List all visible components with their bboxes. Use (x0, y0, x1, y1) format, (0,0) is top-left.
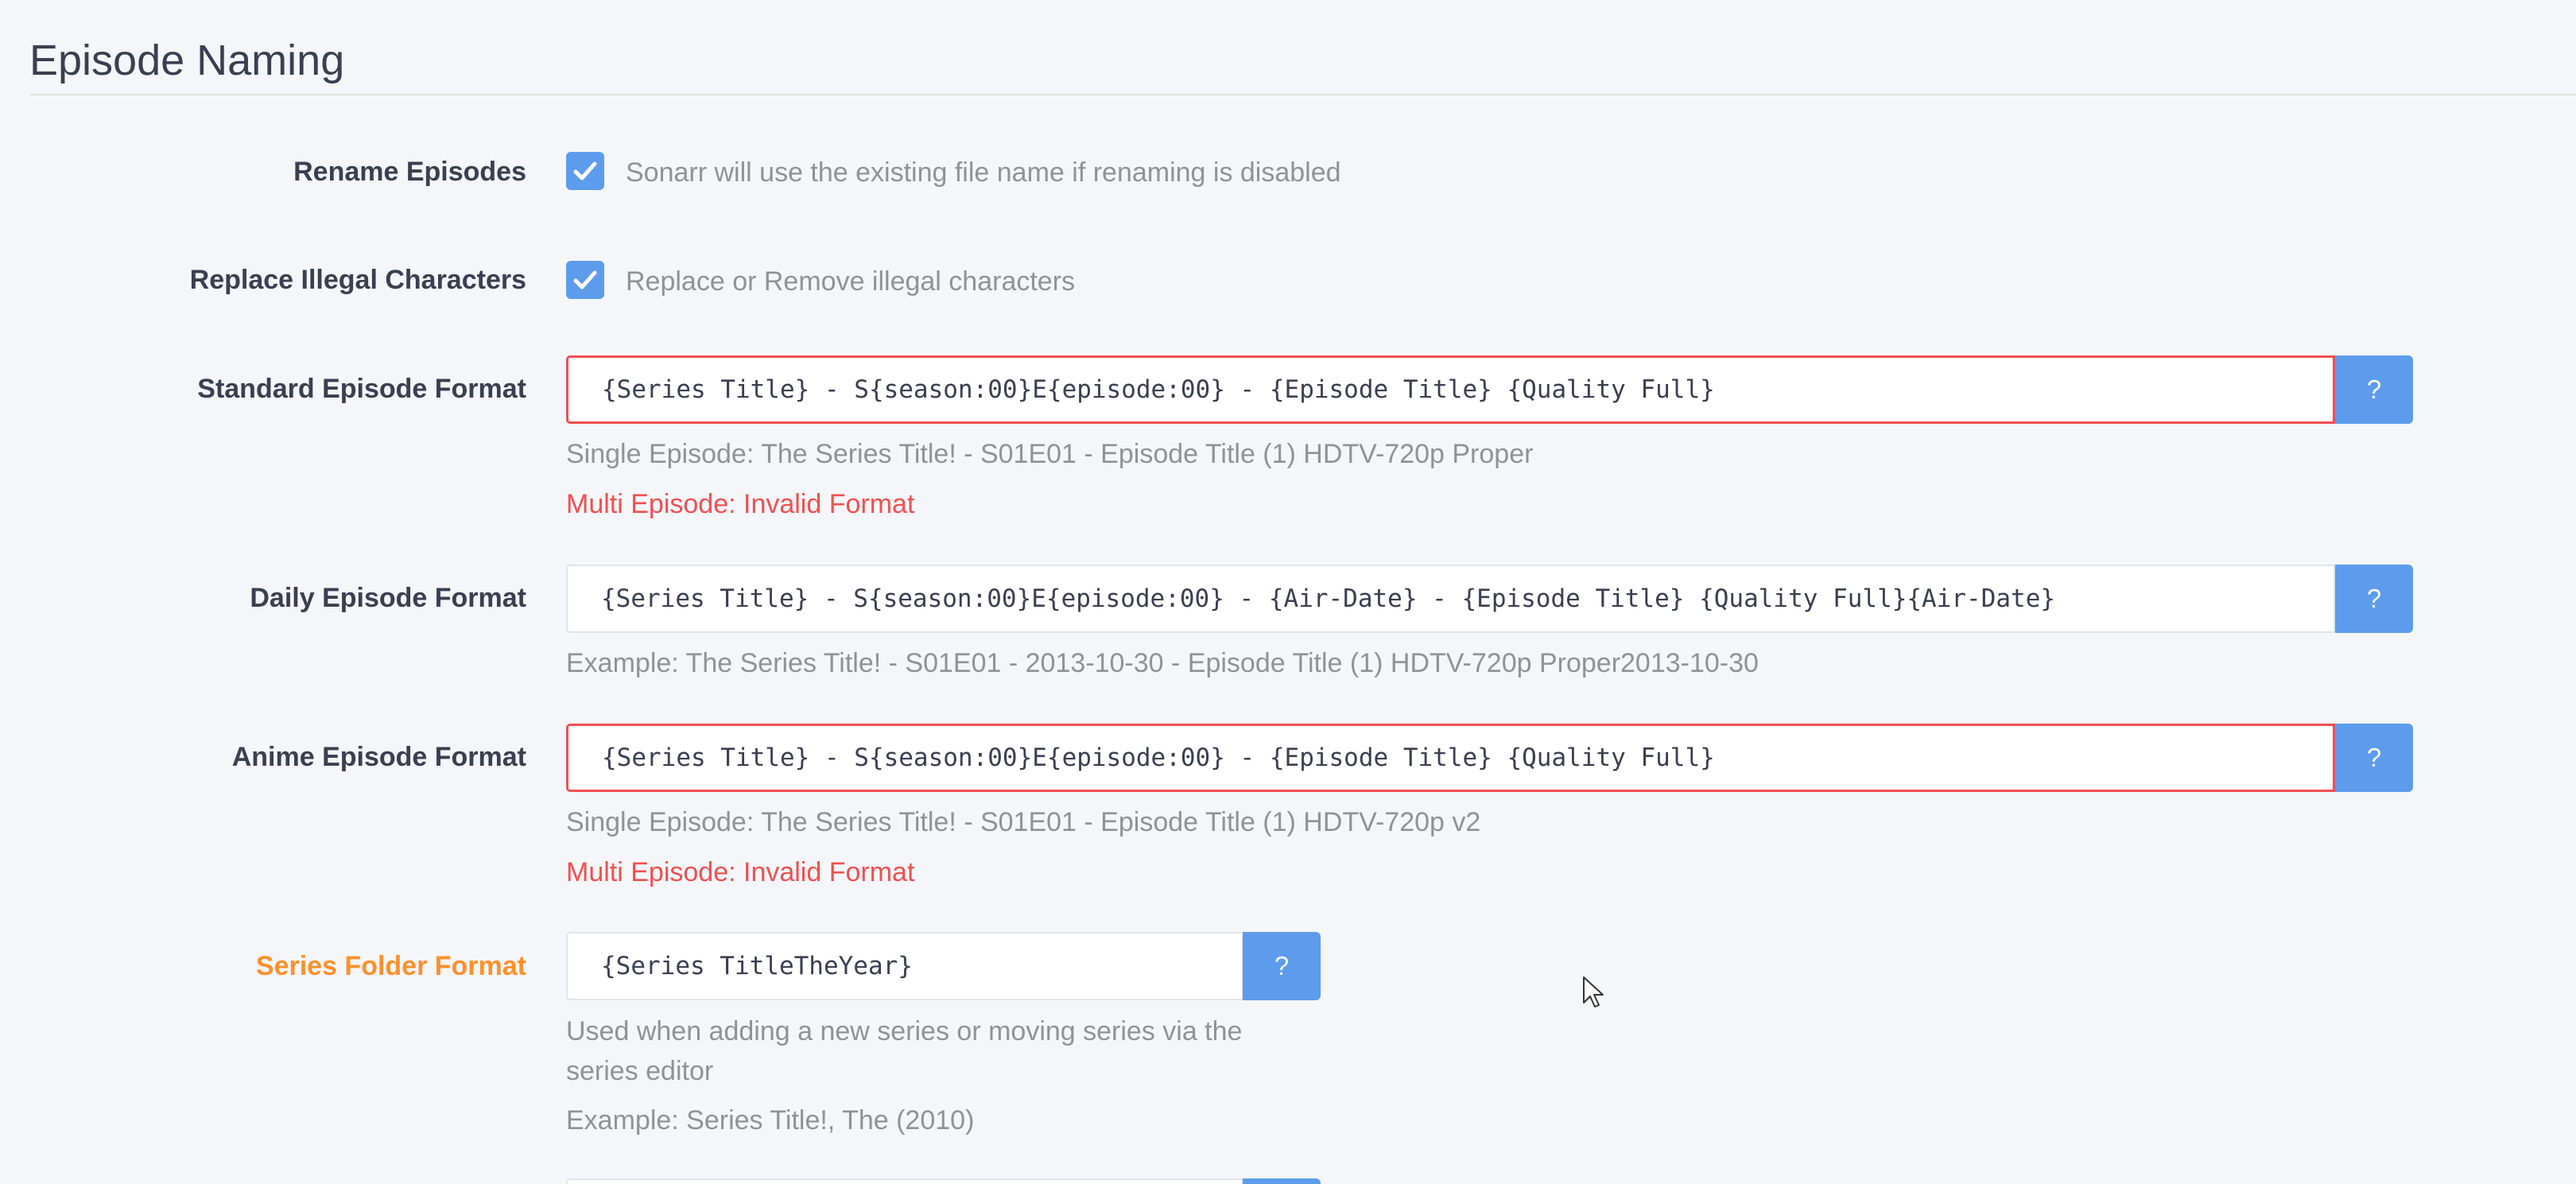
replace-illegal-label: Replace Illegal Characters (189, 265, 526, 295)
series-folder-format-input[interactable]: {Series TitleTheYear} (566, 932, 1243, 1000)
standard-format-label: Standard Episode Format (197, 374, 526, 404)
daily-example: Example: The Series Title! - S01E01 - 20… (566, 648, 1759, 678)
anime-format-input[interactable]: {Series Title} - S{season:00}E{episode:0… (566, 724, 2335, 792)
anime-format-label: Anime Episode Format (231, 742, 526, 772)
mouse-cursor-icon (1583, 976, 1604, 1007)
rename-episodes-label: Rename Episodes (293, 157, 526, 187)
standard-multi-example: Multi Episode: Invalid Format (566, 489, 915, 519)
settings-page: Episode Naming Rename Episodes Sonarr wi… (0, 0, 2576, 1184)
standard-format-input[interactable]: {Series Title} - S{season:00}E{episode:0… (566, 355, 2335, 424)
replace-illegal-help: Replace or Remove illegal characters (626, 266, 1076, 297)
series-folder-help: Used when adding a new series or moving … (566, 1016, 1243, 1086)
daily-format-input[interactable]: {Series Title} - S{season:00}E{episode:0… (566, 565, 2335, 633)
anime-multi-example: Multi Episode: Invalid Format (566, 857, 915, 887)
daily-format-help-button[interactable]: ? (2335, 565, 2413, 633)
series-folder-example: Example: Series Title!, The (2010) (566, 1105, 975, 1135)
series-folder-format-label: Series Folder Format (255, 951, 526, 981)
daily-format-label: Daily Episode Format (250, 583, 526, 613)
anime-format-help-button[interactable]: ? (2335, 724, 2413, 792)
standard-single-example: Single Episode: The Series Title! - S01E… (566, 439, 1534, 469)
anime-single-example: Single Episode: The Series Title! - S01E… (566, 807, 1481, 837)
standard-format-help-button[interactable]: ? (2335, 355, 2413, 424)
next-format-help-button[interactable] (1243, 1178, 1321, 1184)
checkmark-icon (573, 161, 597, 181)
rename-episodes-checkbox[interactable] (566, 152, 604, 190)
series-folder-help-button[interactable]: ? (1243, 932, 1321, 1000)
checkmark-icon (573, 270, 597, 289)
next-format-input[interactable] (566, 1178, 1243, 1184)
replace-illegal-checkbox[interactable] (566, 261, 604, 299)
section-divider (29, 94, 2576, 95)
rename-episodes-help: Sonarr will use the existing file name i… (626, 157, 1341, 188)
section-title: Episode Naming (29, 37, 345, 84)
